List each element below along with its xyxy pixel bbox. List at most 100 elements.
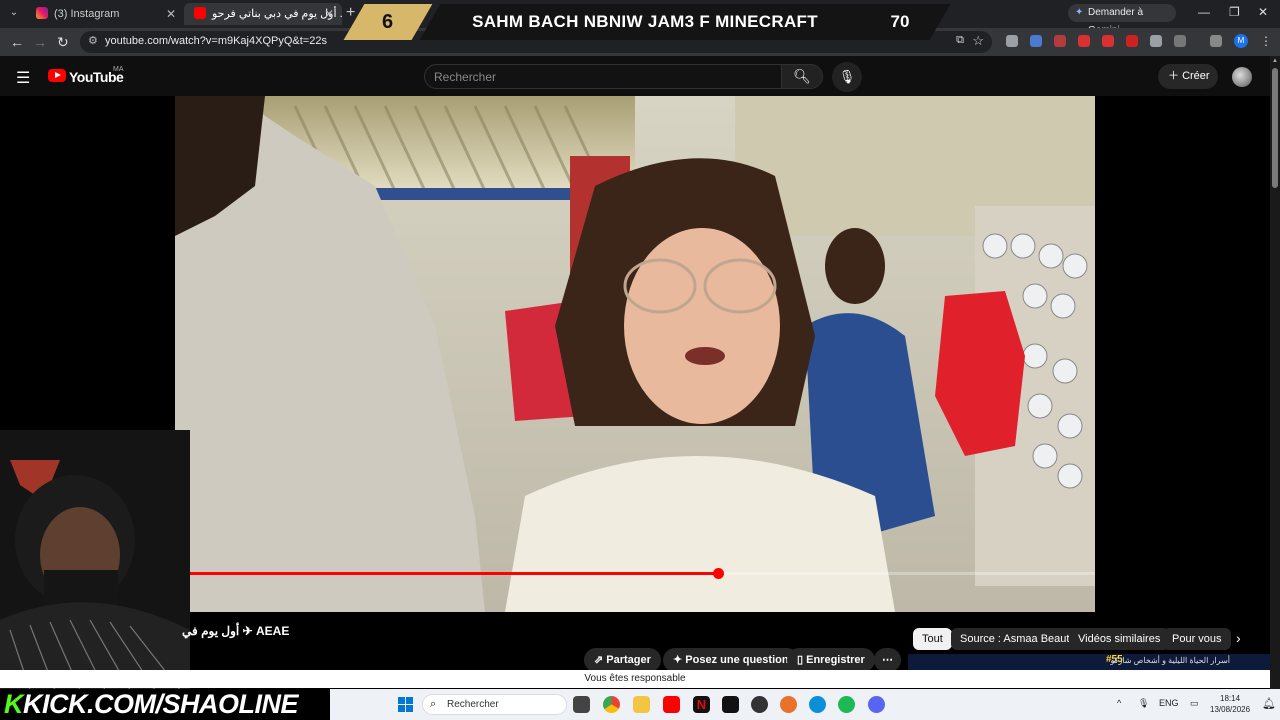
- youtube-app-icon[interactable]: [663, 696, 680, 713]
- clock-date: 13/08/2026: [1210, 705, 1251, 714]
- save-button[interactable]: ▯ Enregistrer: [787, 648, 875, 672]
- chrome-icon[interactable]: [603, 696, 620, 713]
- search-box: [424, 64, 782, 89]
- taskbar-clock[interactable]: 18:14 13/08/2026: [1210, 693, 1250, 715]
- edge-icon[interactable]: [809, 696, 826, 713]
- ask-question-button[interactable]: ✦ Posez une question: [663, 648, 799, 672]
- webcam-illustration: [0, 430, 190, 690]
- clock-time: 18:14: [1220, 694, 1241, 703]
- video-title-arabic: أول يوم في: [182, 624, 240, 638]
- file-explorer-icon[interactable]: [633, 696, 650, 713]
- reload-icon[interactable]: ↻: [57, 34, 69, 51]
- ask-label: Posez une question: [685, 654, 789, 666]
- share-button[interactable]: ⇗ Partager: [584, 648, 661, 672]
- network-icon[interactable]: ▭: [1190, 698, 1199, 709]
- extension-icon[interactable]: [1150, 35, 1162, 47]
- profile-avatar[interactable]: M: [1234, 34, 1248, 48]
- scrollbar-thumb[interactable]: [1272, 68, 1278, 188]
- page-scrollbar[interactable]: ▲: [1270, 56, 1280, 689]
- recommended-video-thumbnail[interactable]: #55 أسرار الحياة الليلية و أشخاص شاركو: [908, 654, 1270, 670]
- screen: ⌄ (3) Instagram ✕ أول يوم في دبي بناتي ف…: [0, 0, 1280, 720]
- tab-label: (3) Instagram: [54, 8, 120, 20]
- video-title-suffix: AEAE: [255, 624, 290, 638]
- bookmark-star-icon[interactable]: ☆: [972, 33, 984, 49]
- more-actions-icon[interactable]: ⋯: [874, 648, 901, 672]
- create-button[interactable]: ＋ Créer: [1158, 64, 1218, 89]
- stream-overlay-banner: 6 SAHM BACH NBNIW JAM3 F MINECRAFT 70: [343, 4, 951, 40]
- close-tab-icon[interactable]: ✕: [324, 3, 334, 25]
- gemini-button[interactable]: Demander à Gemini: [1068, 4, 1176, 36]
- netflix-icon[interactable]: N: [693, 696, 710, 713]
- chip-for-you[interactable]: Pour vous: [1163, 628, 1231, 650]
- obs-icon[interactable]: [751, 696, 768, 713]
- scroll-up-icon[interactable]: ▲: [1272, 58, 1278, 64]
- tab-label: أول يوم في دبي بناتي فرحو ...: [212, 8, 342, 20]
- browser-menu-icon[interactable]: ⋮: [1260, 34, 1272, 48]
- taskbar-search[interactable]: ⌕ Rechercher: [422, 694, 567, 715]
- reading-list-icon[interactable]: [1210, 35, 1222, 47]
- extension-icon[interactable]: [1102, 35, 1114, 47]
- extension-icon[interactable]: [1078, 35, 1090, 47]
- back-icon[interactable]: ←: [10, 34, 24, 50]
- streamer-webcam-overlay: [0, 430, 190, 690]
- bookmark-icon: ▯: [797, 654, 807, 666]
- kick-url-text: KKICK.COM/SHAOLINE: [4, 689, 299, 720]
- menu-icon[interactable]: ☰: [16, 68, 30, 88]
- windows-start-icon[interactable]: [398, 697, 413, 712]
- youtube-logo-icon[interactable]: [48, 69, 66, 82]
- instagram-icon: [36, 7, 48, 19]
- extension-icon[interactable]: [1126, 35, 1138, 47]
- extension-icon[interactable]: [1030, 35, 1042, 47]
- taskbar-search-label: Rechercher: [447, 699, 499, 710]
- tab-instagram[interactable]: (3) Instagram ✕: [26, 3, 184, 25]
- microphone-icon[interactable]: 🎙︎: [832, 62, 862, 92]
- site-info-icon[interactable]: ⚙: [88, 34, 98, 47]
- notice-bar: Vous êtes responsable: [0, 670, 1270, 688]
- overlay-right-number: 70: [890, 12, 910, 31]
- cast-icon[interactable]: ⧉: [956, 34, 964, 47]
- youtube-favicon-icon: [194, 7, 206, 19]
- app-icon[interactable]: [722, 696, 739, 713]
- chip-similar[interactable]: Vidéos similaires: [1069, 628, 1170, 650]
- show-hidden-icons-icon[interactable]: ^: [1117, 698, 1121, 708]
- restore-icon[interactable]: ❐: [1229, 5, 1240, 19]
- share-icon: ⇗: [594, 654, 607, 666]
- kick-url: KICK.COM/SHAOLINE: [23, 689, 299, 719]
- tab-search-icon[interactable]: ⌄: [6, 5, 22, 21]
- microphone-tray-icon[interactable]: 🎙︎: [1138, 698, 1149, 709]
- sparkle-icon: ✦: [673, 654, 686, 666]
- notification-bell-icon[interactable]: 🔔︎: [1262, 697, 1276, 710]
- search-icon[interactable]: 🔍︎: [781, 64, 823, 89]
- overlay-title: SAHM BACH NBNIW JAM3 F MINECRAFT: [472, 12, 818, 31]
- region-code: MA: [113, 66, 124, 73]
- thumbnail-title: أسرار الحياة الليلية و أشخاص شاركو: [1110, 656, 1231, 665]
- kick-banner: KKICK.COM/SHAOLINE: [0, 689, 330, 720]
- app-icon[interactable]: [780, 696, 797, 713]
- plus-icon: ＋: [1168, 70, 1183, 82]
- youtube-header: ☰ YouTube MA 🔍︎ 🎙︎ ＋ Créer: [0, 56, 1270, 96]
- extensions-puzzle-icon[interactable]: [1174, 35, 1186, 47]
- extension-icon[interactable]: [1006, 35, 1018, 47]
- forward-icon[interactable]: →: [33, 34, 47, 50]
- tab-youtube-video[interactable]: أول يوم في دبي بناتي فرحو ... ✕: [184, 3, 342, 25]
- chip-source[interactable]: Source : Asmaa Beauty: [951, 628, 1084, 650]
- video-player[interactable]: ▪▪▪ ⏸ ▭ ⚙ ▭ ⤢: [175, 96, 1095, 612]
- share-label: Partager: [606, 654, 651, 666]
- spotify-icon[interactable]: [838, 696, 855, 713]
- account-avatar[interactable]: [1232, 67, 1252, 87]
- close-window-icon[interactable]: ✕: [1258, 5, 1268, 19]
- language-indicator[interactable]: ENG: [1159, 698, 1179, 708]
- close-tab-icon[interactable]: ✕: [166, 3, 176, 25]
- chevron-right-icon[interactable]: ›: [1236, 630, 1241, 646]
- progress-played: [175, 572, 718, 575]
- create-label: Créer: [1182, 70, 1210, 82]
- minimize-icon[interactable]: —: [1198, 5, 1210, 19]
- chip-all[interactable]: Tout: [913, 628, 952, 650]
- search-input[interactable]: [434, 70, 764, 84]
- discord-icon[interactable]: [868, 696, 885, 713]
- video-frame-illustration: [175, 96, 1095, 612]
- extension-icon[interactable]: [1054, 35, 1066, 47]
- kick-k-letter: K: [4, 689, 24, 719]
- progress-scrubber[interactable]: [713, 568, 724, 579]
- task-view-icon[interactable]: [573, 696, 590, 713]
